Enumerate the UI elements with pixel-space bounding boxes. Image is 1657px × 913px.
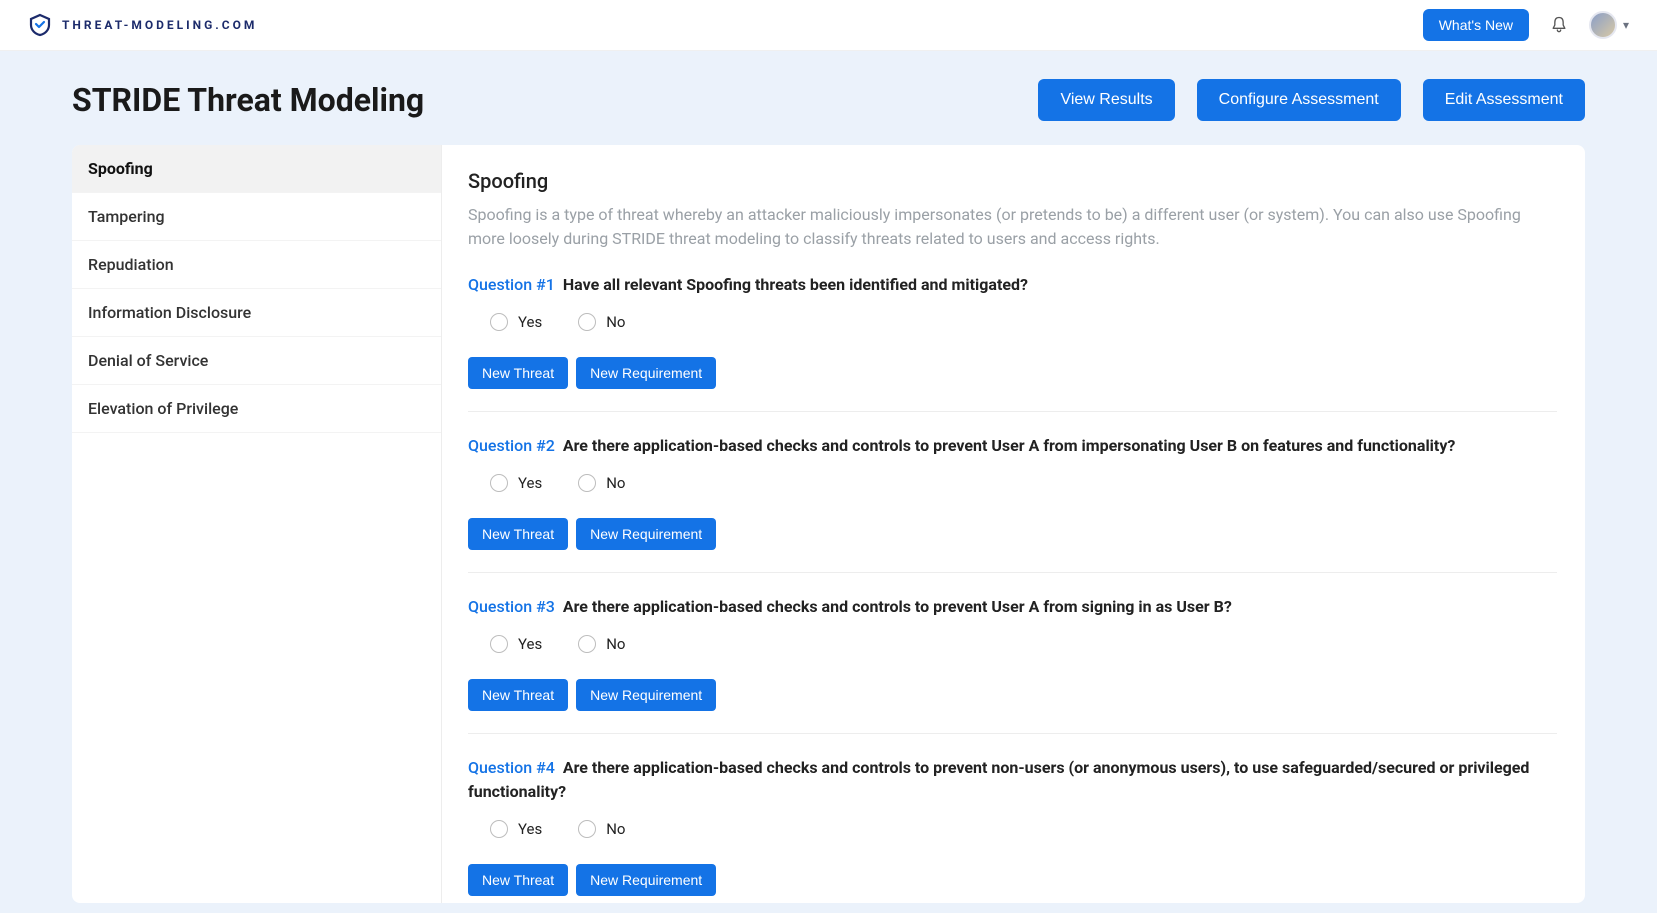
question-block-1: Question #1 Have all relevant Spoofing t… bbox=[468, 273, 1557, 412]
radio-row: Yes No bbox=[468, 474, 1557, 492]
radio-circle-icon bbox=[578, 820, 596, 838]
radio-label: Yes bbox=[518, 474, 542, 492]
radio-circle-icon bbox=[578, 635, 596, 653]
sidebar-item-label: Spoofing bbox=[88, 159, 153, 178]
user-menu[interactable]: ▾ bbox=[1589, 11, 1629, 39]
sidebar-item-label: Tampering bbox=[88, 207, 165, 226]
question-text: Are there application-based checks and c… bbox=[563, 597, 1232, 616]
radio-label: Yes bbox=[518, 820, 542, 838]
sidebar-item-label: Repudiation bbox=[88, 255, 174, 274]
radio-no[interactable]: No bbox=[578, 635, 625, 653]
radio-no[interactable]: No bbox=[578, 474, 625, 492]
sidebar-item-elevation-of-privilege[interactable]: Elevation of Privilege bbox=[72, 385, 441, 433]
configure-assessment-button[interactable]: Configure Assessment bbox=[1197, 79, 1401, 121]
radio-circle-icon bbox=[578, 313, 596, 331]
sidebar-item-spoofing[interactable]: Spoofing bbox=[72, 145, 441, 193]
sidebar-item-label: Information Disclosure bbox=[88, 303, 251, 322]
bell-icon[interactable] bbox=[1549, 15, 1569, 35]
new-threat-button[interactable]: New Threat bbox=[468, 518, 568, 550]
radio-yes[interactable]: Yes bbox=[490, 635, 542, 653]
whats-new-button[interactable]: What's New bbox=[1423, 9, 1529, 41]
shield-logo-icon bbox=[28, 13, 52, 37]
question-line: Question #3 Are there application-based … bbox=[468, 595, 1557, 619]
radio-circle-icon bbox=[490, 474, 508, 492]
view-results-button[interactable]: View Results bbox=[1038, 79, 1174, 121]
question-text: Have all relevant Spoofing threats been … bbox=[563, 275, 1028, 294]
content: Spoofing Spoofing is a type of threat wh… bbox=[442, 145, 1585, 903]
new-threat-button[interactable]: New Threat bbox=[468, 864, 568, 896]
radio-row: Yes No bbox=[468, 820, 1557, 838]
new-requirement-button[interactable]: New Requirement bbox=[576, 864, 716, 896]
section-description: Spoofing is a type of threat whereby an … bbox=[468, 203, 1557, 251]
radio-yes[interactable]: Yes bbox=[490, 474, 542, 492]
chevron-down-icon: ▾ bbox=[1623, 18, 1629, 32]
topbar: THREAT-MODELING.COM What's New ▾ bbox=[0, 0, 1657, 51]
sidebar-item-denial-of-service[interactable]: Denial of Service bbox=[72, 337, 441, 385]
question-block-2: Question #2 Are there application-based … bbox=[468, 434, 1557, 573]
edit-assessment-button[interactable]: Edit Assessment bbox=[1423, 79, 1585, 121]
sidebar-item-information-disclosure[interactable]: Information Disclosure bbox=[72, 289, 441, 337]
radio-no[interactable]: No bbox=[578, 820, 625, 838]
question-tag: Question #2 bbox=[468, 436, 555, 455]
radio-no[interactable]: No bbox=[578, 313, 625, 331]
question-text: Are there application-based checks and c… bbox=[468, 758, 1529, 801]
sidebar-item-tampering[interactable]: Tampering bbox=[72, 193, 441, 241]
radio-row: Yes No bbox=[468, 635, 1557, 653]
radio-label: No bbox=[606, 820, 625, 838]
header-actions: View Results Configure Assessment Edit A… bbox=[1038, 79, 1585, 121]
brand-text: THREAT-MODELING.COM bbox=[62, 18, 257, 32]
sidebar-item-label: Elevation of Privilege bbox=[88, 399, 238, 418]
action-row: New Threat New Requirement bbox=[468, 518, 1557, 550]
radio-label: No bbox=[606, 474, 625, 492]
page-title: STRIDE Threat Modeling bbox=[72, 81, 424, 119]
new-requirement-button[interactable]: New Requirement bbox=[576, 679, 716, 711]
radio-label: Yes bbox=[518, 313, 542, 331]
radio-circle-icon bbox=[490, 313, 508, 331]
radio-yes[interactable]: Yes bbox=[490, 820, 542, 838]
topbar-right: What's New ▾ bbox=[1423, 9, 1629, 41]
action-row: New Threat New Requirement bbox=[468, 679, 1557, 711]
new-threat-button[interactable]: New Threat bbox=[468, 679, 568, 711]
radio-label: Yes bbox=[518, 635, 542, 653]
section-title: Spoofing bbox=[468, 169, 1557, 193]
header-row: STRIDE Threat Modeling View Results Conf… bbox=[0, 51, 1657, 145]
new-threat-button[interactable]: New Threat bbox=[468, 357, 568, 389]
action-row: New Threat New Requirement bbox=[468, 357, 1557, 389]
question-line: Question #2 Are there application-based … bbox=[468, 434, 1557, 458]
work-area: Spoofing Tampering Repudiation Informati… bbox=[72, 145, 1585, 903]
avatar bbox=[1589, 11, 1617, 39]
brand[interactable]: THREAT-MODELING.COM bbox=[28, 13, 257, 37]
question-line: Question #1 Have all relevant Spoofing t… bbox=[468, 273, 1557, 297]
sidebar-item-label: Denial of Service bbox=[88, 351, 208, 370]
radio-label: No bbox=[606, 313, 625, 331]
radio-row: Yes No bbox=[468, 313, 1557, 331]
radio-label: No bbox=[606, 635, 625, 653]
question-tag: Question #4 bbox=[468, 758, 555, 777]
sidebar-item-repudiation[interactable]: Repudiation bbox=[72, 241, 441, 289]
new-requirement-button[interactable]: New Requirement bbox=[576, 518, 716, 550]
question-tag: Question #3 bbox=[468, 597, 555, 616]
question-block-4: Question #4 Are there application-based … bbox=[468, 756, 1557, 903]
question-text: Are there application-based checks and c… bbox=[563, 436, 1456, 455]
sidebar: Spoofing Tampering Repudiation Informati… bbox=[72, 145, 442, 903]
question-block-3: Question #3 Are there application-based … bbox=[468, 595, 1557, 734]
action-row: New Threat New Requirement bbox=[468, 864, 1557, 896]
radio-circle-icon bbox=[490, 635, 508, 653]
question-line: Question #4 Are there application-based … bbox=[468, 756, 1557, 804]
new-requirement-button[interactable]: New Requirement bbox=[576, 357, 716, 389]
radio-circle-icon bbox=[578, 474, 596, 492]
question-tag: Question #1 bbox=[468, 275, 555, 294]
radio-circle-icon bbox=[490, 820, 508, 838]
radio-yes[interactable]: Yes bbox=[490, 313, 542, 331]
